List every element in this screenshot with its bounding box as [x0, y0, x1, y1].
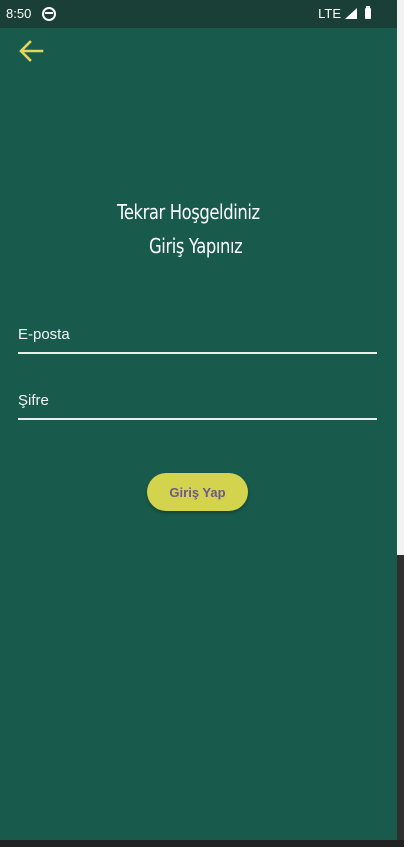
right-edge-light: [397, 0, 404, 555]
battery-icon: [365, 6, 371, 19]
status-time: 8:50: [6, 6, 32, 21]
app-screen: 8:50 LTE Tekrar Hoşgeldiniz Giriş Yapını…: [0, 0, 397, 840]
back-button[interactable]: [16, 36, 46, 66]
arrow-left-icon: [19, 40, 44, 62]
password-field[interactable]: [18, 384, 377, 420]
login-subtitle: Giriş Yapınız: [149, 234, 243, 258]
right-edge: [397, 0, 404, 847]
network-type-label: LTE: [318, 6, 341, 21]
status-indicators: LTE: [318, 6, 371, 21]
email-input[interactable]: [18, 318, 377, 350]
bottom-edge: [0, 840, 404, 847]
login-button[interactable]: Giriş Yap: [147, 473, 248, 511]
email-field[interactable]: [18, 318, 377, 354]
status-bar: 8:50 LTE: [0, 0, 397, 28]
password-input[interactable]: [18, 384, 377, 416]
welcome-title: Tekrar Hoşgeldiniz: [117, 200, 260, 224]
signal-icon: [345, 8, 357, 19]
notification-icon: [42, 7, 56, 21]
